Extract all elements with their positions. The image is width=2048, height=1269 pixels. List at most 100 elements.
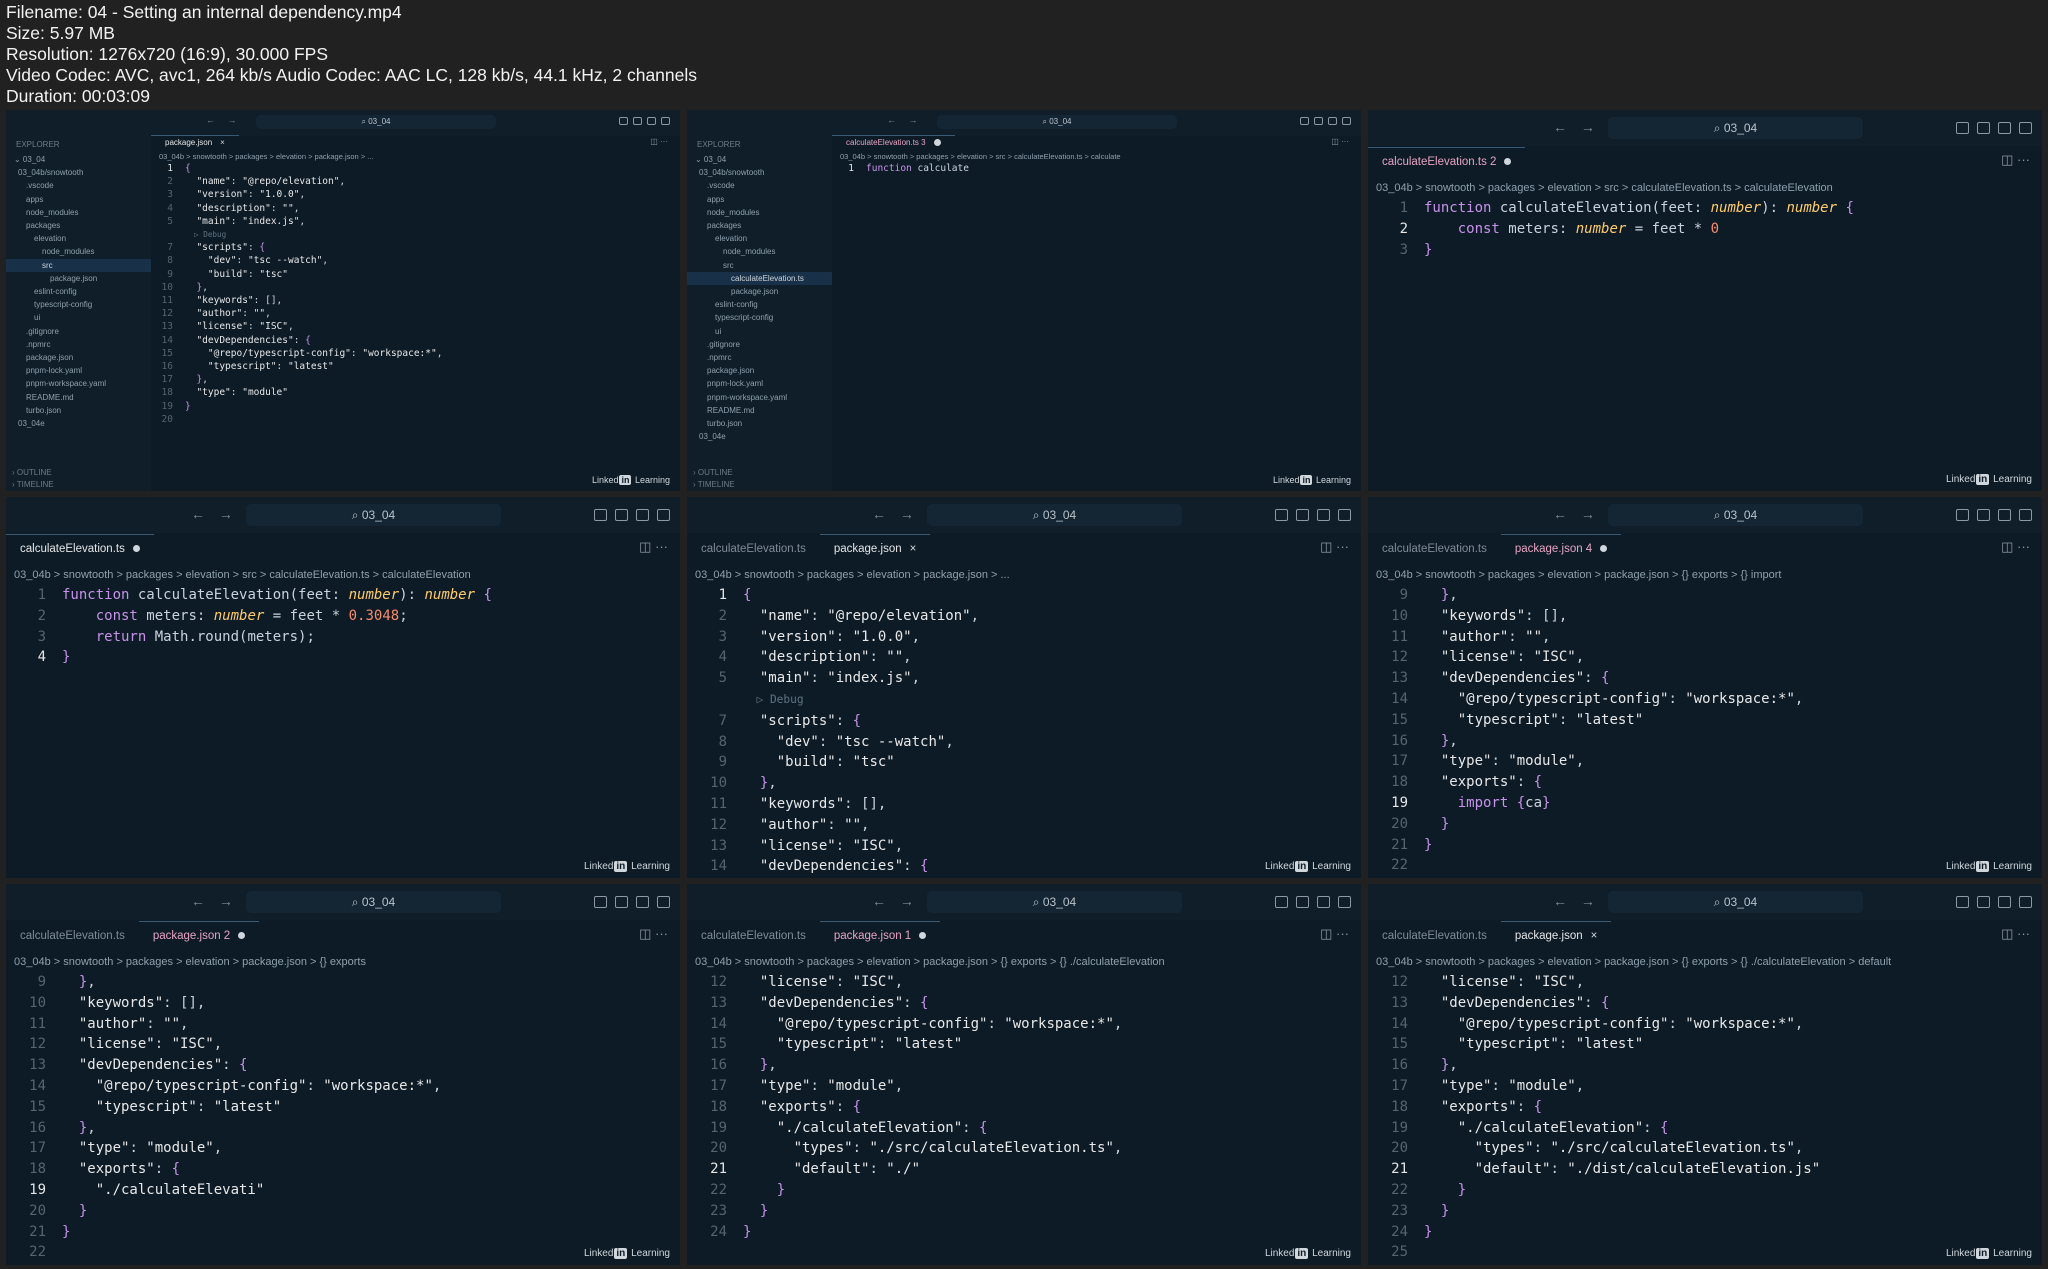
explorer-item[interactable]: eslint-config xyxy=(6,285,151,298)
debug-codelens[interactable]: ▷ Debug xyxy=(743,693,803,706)
explorer-item[interactable]: eslint-config xyxy=(687,298,832,311)
back-arrow-icon[interactable]: ← xyxy=(191,506,205,522)
explorer-item[interactable]: calculateElevation.ts xyxy=(687,271,832,286)
customize-layout-icon[interactable] xyxy=(2019,896,2032,908)
timeline-section[interactable]: › TIMELINE xyxy=(12,480,54,489)
explorer-item[interactable]: .gitignore xyxy=(6,325,151,338)
command-search-box[interactable]: ⌕ 03_04 xyxy=(246,504,501,526)
explorer-item[interactable]: node_modules xyxy=(687,245,832,258)
toggle-panel-icon[interactable] xyxy=(615,509,628,521)
customize-layout-icon[interactable] xyxy=(1342,117,1351,125)
explorer-item[interactable]: src xyxy=(687,259,832,272)
toggle-sidebar-icon[interactable] xyxy=(1956,896,1969,908)
toggle-panel-icon[interactable] xyxy=(633,117,642,125)
toggle-secondary-sidebar-icon[interactable] xyxy=(1328,117,1337,125)
toggle-secondary-sidebar-icon[interactable] xyxy=(636,509,649,521)
explorer-root[interactable]: ⌄ 03_04 xyxy=(6,153,151,166)
forward-arrow-icon[interactable]: → xyxy=(215,506,233,522)
explorer-item[interactable]: package.json xyxy=(6,351,151,364)
more-actions-icon[interactable]: ··· xyxy=(2017,926,2030,941)
more-actions-icon[interactable]: ··· xyxy=(1336,539,1349,554)
customize-layout-icon[interactable] xyxy=(657,896,670,908)
code-editor[interactable]: 1{2 "name": "@repo/elevation", 3 "version… xyxy=(151,162,680,426)
toggle-secondary-sidebar-icon[interactable] xyxy=(1317,509,1330,521)
explorer-item[interactable]: 03_04b/snowtooth xyxy=(6,166,151,179)
toggle-panel-icon[interactable] xyxy=(1977,896,1990,908)
outline-section[interactable]: › OUTLINE xyxy=(693,468,733,477)
split-editor-icon[interactable]: ◫ xyxy=(1331,137,1341,146)
toggle-panel-icon[interactable] xyxy=(1977,509,1990,521)
code-editor[interactable]: 12 "license": "ISC", 13 "devDependencies"… xyxy=(687,972,1361,1242)
explorer-item[interactable]: 03_04e xyxy=(6,417,151,430)
forward-arrow-icon[interactable]: → xyxy=(906,115,918,125)
editor-tab[interactable]: package.json 4 xyxy=(1500,534,1622,563)
more-actions-icon[interactable]: ··· xyxy=(1336,926,1349,941)
toggle-panel-icon[interactable] xyxy=(615,896,628,908)
editor-tab[interactable]: calculateElevation.ts xyxy=(6,534,154,563)
explorer-item[interactable]: .npmrc xyxy=(687,351,832,364)
editor-tab[interactable]: package.json 2 xyxy=(138,921,260,950)
toggle-secondary-sidebar-icon[interactable] xyxy=(1998,896,2011,908)
more-actions-icon[interactable]: ··· xyxy=(2017,152,2030,167)
more-actions-icon[interactable]: ··· xyxy=(655,926,668,941)
explorer-item[interactable]: package.json xyxy=(687,285,832,298)
explorer-item[interactable]: node_modules xyxy=(6,245,151,258)
code-editor[interactable]: 1 function calculateElevation(feet: numbe… xyxy=(1368,198,2042,260)
split-editor-icon[interactable]: ◫ xyxy=(2001,926,2017,941)
code-editor[interactable]: 12 "license": "ISC", 13 "devDependencies"… xyxy=(1368,972,2042,1263)
explorer-item[interactable]: typescript-config xyxy=(687,311,832,324)
explorer-item[interactable]: apps xyxy=(6,193,151,206)
explorer-item[interactable]: pnpm-workspace.yaml xyxy=(6,377,151,390)
timeline-section[interactable]: › TIMELINE xyxy=(693,480,735,489)
more-actions-icon[interactable]: ··· xyxy=(655,539,668,554)
explorer-item[interactable]: pnpm-lock.yaml xyxy=(687,377,832,390)
split-editor-icon[interactable]: ◫ xyxy=(639,926,655,941)
editor-tab[interactable]: calculateElevation.ts xyxy=(1368,535,1501,563)
command-search-box[interactable]: ⌕ 03_04 xyxy=(927,504,1182,526)
forward-arrow-icon[interactable]: → xyxy=(1577,506,1595,522)
code-editor[interactable]: 1 function calculateElevation(feet: numbe… xyxy=(6,585,680,668)
toggle-secondary-sidebar-icon[interactable] xyxy=(636,896,649,908)
back-arrow-icon[interactable]: ← xyxy=(206,115,215,125)
explorer-item[interactable]: .npmrc xyxy=(6,338,151,351)
toggle-sidebar-icon[interactable] xyxy=(1275,509,1288,521)
explorer-item[interactable]: .gitignore xyxy=(687,338,832,351)
toggle-sidebar-icon[interactable] xyxy=(619,117,628,125)
explorer-root[interactable]: ⌄ 03_04 xyxy=(687,153,832,166)
explorer-item[interactable]: .vscode xyxy=(6,179,151,192)
editor-tab[interactable]: package.json × xyxy=(151,135,239,150)
toggle-sidebar-icon[interactable] xyxy=(1956,509,1969,521)
more-actions-icon[interactable]: ··· xyxy=(660,137,668,146)
code-editor[interactable]: 9 }, 10 "keywords": [], 11 "author": "", 12… xyxy=(1368,585,2042,876)
toggle-panel-icon[interactable] xyxy=(1977,122,1990,134)
explorer-item[interactable]: turbo.json xyxy=(687,417,832,430)
editor-tab[interactable]: calculateElevation.ts xyxy=(6,922,139,950)
explorer-item[interactable]: src xyxy=(6,258,151,272)
code-editor[interactable]: 9 }, 10 "keywords": [], 11 "author": "", 12… xyxy=(6,972,680,1263)
explorer-item[interactable]: apps xyxy=(687,193,832,206)
customize-layout-icon[interactable] xyxy=(2019,122,2032,134)
explorer-item[interactable]: pnpm-lock.yaml xyxy=(6,364,151,377)
more-actions-icon[interactable]: ··· xyxy=(2017,539,2030,554)
customize-layout-icon[interactable] xyxy=(657,509,670,521)
explorer-item[interactable]: README.md xyxy=(687,404,832,417)
close-tab-icon[interactable]: × xyxy=(220,138,225,147)
toggle-secondary-sidebar-icon[interactable] xyxy=(1998,509,2011,521)
toggle-panel-icon[interactable] xyxy=(1296,896,1309,908)
explorer-item[interactable]: node_modules xyxy=(687,206,832,219)
editor-tab[interactable]: calculateElevation.ts xyxy=(687,922,820,950)
forward-arrow-icon[interactable]: → xyxy=(225,115,237,125)
editor-tab[interactable]: calculateElevation.ts 3 xyxy=(832,135,955,150)
back-arrow-icon[interactable]: ← xyxy=(887,115,896,125)
split-editor-icon[interactable]: ◫ xyxy=(2001,539,2017,554)
explorer-item[interactable]: packages xyxy=(6,219,151,232)
explorer-item[interactable]: ui xyxy=(6,311,151,324)
outline-section[interactable]: › OUTLINE xyxy=(12,468,52,477)
split-editor-icon[interactable]: ◫ xyxy=(650,137,660,146)
explorer-item[interactable]: .vscode xyxy=(687,179,832,192)
split-editor-icon[interactable]: ◫ xyxy=(1320,926,1336,941)
explorer-item[interactable]: typescript-config xyxy=(6,298,151,311)
toggle-sidebar-icon[interactable] xyxy=(1956,122,1969,134)
split-editor-icon[interactable]: ◫ xyxy=(1320,539,1336,554)
toggle-sidebar-icon[interactable] xyxy=(594,509,607,521)
